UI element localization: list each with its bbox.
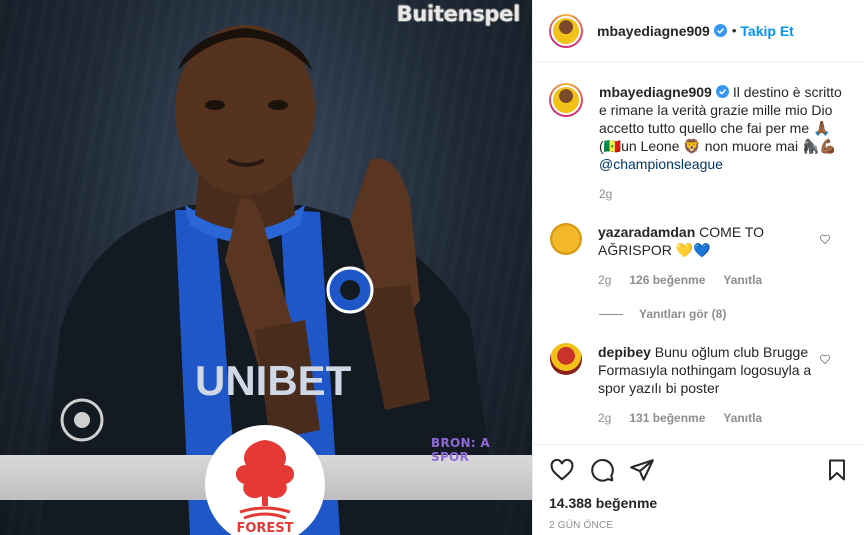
action-icons — [549, 455, 849, 485]
verified-icon — [713, 24, 727, 37]
comment-text: yazaradamdan COME TO AĞRISPOR 💛💙 — [598, 223, 818, 259]
separator: • — [731, 23, 737, 38]
comment-time[interactable]: 2g — [598, 273, 611, 287]
comment-icon[interactable] — [589, 457, 615, 483]
verified-icon — [715, 85, 729, 98]
avatar[interactable] — [549, 13, 583, 48]
watermark: Buitenspel — [396, 2, 521, 26]
comment-item: yazaradamdan COME TO AĞRISPOR 💛💙 2g 126 … — [549, 223, 849, 287]
action-bar: 14.388 beğenme 2 GÜN ÖNCE — [533, 444, 864, 531]
comment-likes[interactable]: 131 beğenme — [629, 411, 705, 425]
side-panel: mbayediagne909 • Takip Et mbayediagne909… — [532, 0, 864, 535]
heart-icon[interactable] — [549, 457, 575, 483]
view-replies-label: Yanıtları gör (8) — [639, 307, 727, 321]
like-comment-icon[interactable] — [819, 353, 831, 365]
commenter-avatar[interactable] — [550, 223, 582, 255]
view-replies-button[interactable]: Yanıtları gör (8) — [599, 307, 849, 321]
sponsor-text: UNIBET — [195, 357, 352, 404]
follow-button[interactable]: Takip Et — [740, 23, 793, 39]
comment-meta: 2g 126 beğenme Yanıtla — [598, 273, 818, 287]
post-view: UNIBET FOREST Buitenspel BRON: A SPOR mb… — [0, 0, 864, 535]
comment-meta: 2g 131 beğenme Yanıtla — [598, 411, 818, 425]
reply-button[interactable]: Yanıtla — [723, 273, 762, 287]
caption-time[interactable]: 2g — [599, 187, 612, 201]
reply-button[interactable]: Yanıtla — [723, 411, 762, 425]
mention-link[interactable]: @championsleague — [599, 156, 723, 172]
comment-text: depibey Bunu oğlum club Brugge Formasıyl… — [598, 343, 818, 397]
caption: mbayediagne909 Il destino è scritto e rim… — [549, 83, 849, 201]
commenter-avatar[interactable] — [550, 343, 582, 375]
like-comment-icon[interactable] — [819, 233, 831, 245]
bookmark-icon[interactable] — [825, 457, 849, 483]
comment-time[interactable]: 2g — [598, 411, 611, 425]
caption-username[interactable]: mbayediagne909 — [599, 84, 712, 100]
forest-logo: FOREST — [205, 425, 325, 535]
post-header: mbayediagne909 • Takip Et — [533, 0, 864, 62]
avatar[interactable] — [549, 83, 583, 117]
comment-likes[interactable]: 126 beğenme — [629, 273, 705, 287]
comments-area[interactable]: mbayediagne909 Il destino è scritto e rim… — [533, 63, 864, 443]
source-tag: BRON: A SPOR — [431, 436, 490, 464]
divider — [599, 313, 623, 315]
comment-username[interactable]: depibey — [598, 344, 651, 360]
likes-count[interactable]: 14.388 beğenme — [549, 495, 849, 511]
header-username[interactable]: mbayediagne909 — [597, 23, 710, 39]
comment-username[interactable]: yazaradamdan — [598, 224, 695, 240]
post-date[interactable]: 2 GÜN ÖNCE — [549, 520, 849, 531]
badge-text: FOREST — [236, 521, 293, 535]
caption-meta: 2g — [599, 187, 845, 201]
caption-text: mbayediagne909 Il destino è scritto e rim… — [599, 83, 845, 173]
share-icon[interactable] — [629, 457, 655, 483]
post-image[interactable]: UNIBET FOREST Buitenspel BRON: A SPOR — [0, 0, 532, 535]
comment-item: depibey Bunu oğlum club Brugge Formasıyl… — [549, 343, 849, 425]
